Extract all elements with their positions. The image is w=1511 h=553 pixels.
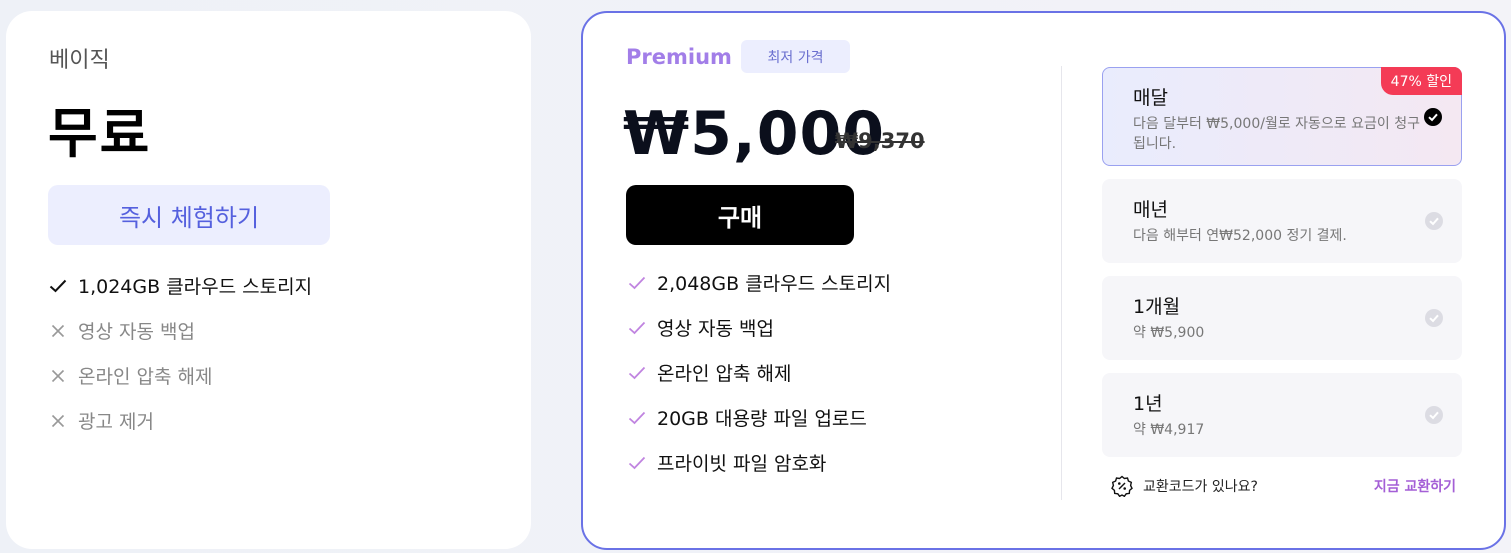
unselected-check-icon <box>1425 406 1443 424</box>
check-icon <box>625 366 649 380</box>
premium-feature-item: 2,048GB 클라우드 스토리지 <box>625 260 891 305</box>
basic-feature-item: 영상 자동 백업 <box>46 308 312 353</box>
unselected-check-icon <box>1425 309 1443 327</box>
check-icon <box>625 276 649 290</box>
coupon-badge-icon <box>1111 475 1133 497</box>
plan-description: 다음 달부터 ₩5,000/월로 자동으로 요금이 청구됩니다. <box>1133 116 1420 152</box>
basic-plan-name: 베이직 <box>49 48 110 73</box>
free-trial-button[interactable]: 즉시 체험하기 <box>48 185 330 245</box>
premium-feature-label: 영상 자동 백업 <box>657 318 774 340</box>
lowest-price-badge: 최저 가격 <box>741 40 850 73</box>
basic-feature-item: 광고 제거 <box>46 398 312 443</box>
basic-plan-card: 베이직 무료 즉시 체험하기 1,024GB 클라우드 스토리지 영상 자동 백… <box>6 11 531 549</box>
check-icon <box>625 456 649 470</box>
basic-feature-item: 1,024GB 클라우드 스토리지 <box>46 263 312 308</box>
selected-check-icon <box>1424 107 1442 126</box>
premium-feature-item: 영상 자동 백업 <box>625 305 891 350</box>
check-icon <box>46 279 70 293</box>
basic-feature-label: 영상 자동 백업 <box>78 321 195 343</box>
basic-feature-label: 광고 제거 <box>78 411 154 433</box>
premium-feature-label: 프라이빗 파일 암호화 <box>657 453 827 475</box>
premium-feature-label: 2,048GB 클라우드 스토리지 <box>657 273 892 295</box>
premium-feature-item: 프라이빗 파일 암호화 <box>625 440 891 485</box>
basic-plan-price: 무료 <box>48 102 152 165</box>
plan-option-monthly[interactable]: 47% 할인 매달 다음 달부터 ₩5,000/월로 자동으로 요금이 청구됩니… <box>1102 67 1462 166</box>
premium-feature-label: 온라인 압축 해제 <box>657 363 792 385</box>
pricing-page: 베이직 무료 즉시 체험하기 1,024GB 클라우드 스토리지 영상 자동 백… <box>0 0 1511 553</box>
cross-icon <box>46 414 70 428</box>
premium-feature-label: 20GB 대용량 파일 업로드 <box>657 408 867 430</box>
premium-feature-item: 온라인 압축 해제 <box>625 350 891 395</box>
premium-feature-item: 20GB 대용량 파일 업로드 <box>625 395 891 440</box>
plan-description: 약 ₩4,917 <box>1133 422 1205 438</box>
buy-button[interactable]: 구매 <box>626 185 854 245</box>
redeem-now-link[interactable]: 지금 교환하기 <box>1374 476 1456 496</box>
premium-feature-list: 2,048GB 클라우드 스토리지 영상 자동 백업 온라인 압축 해제 20G… <box>625 260 891 485</box>
plan-description: 다음 해부터 연₩52,000 정기 결제. <box>1133 228 1347 244</box>
check-icon <box>625 411 649 425</box>
check-icon <box>625 321 649 335</box>
premium-plan-card: Premium 최저 가격 ₩5,000 ₩9,370 구매 2,048GB 클… <box>581 11 1506 550</box>
plan-option-1-month[interactable]: 1개월 약 ₩5,900 <box>1102 276 1462 360</box>
cross-icon <box>46 324 70 338</box>
plan-option-1-year[interactable]: 1년 약 ₩4,917 <box>1102 373 1462 457</box>
plan-title: 1개월 <box>1133 296 1181 318</box>
basic-feature-list: 1,024GB 클라우드 스토리지 영상 자동 백업 온라인 압축 해제 광고 … <box>46 263 312 443</box>
redeem-question: 교환코드가 있나요? <box>1143 479 1258 495</box>
plan-option-yearly[interactable]: 매년 다음 해부터 연₩52,000 정기 결제. <box>1102 179 1462 263</box>
divider <box>1061 66 1062 500</box>
plan-title: 매년 <box>1133 199 1168 221</box>
cross-icon <box>46 369 70 383</box>
basic-feature-label: 온라인 압축 해제 <box>78 366 213 388</box>
premium-plan-name: Premium <box>626 45 732 69</box>
original-price: ₩9,370 <box>835 129 925 153</box>
redeem-code-row: 교환코드가 있나요? 지금 교환하기 <box>1111 471 1456 501</box>
discount-badge: 47% 할인 <box>1380 67 1462 95</box>
unselected-check-icon <box>1425 212 1443 230</box>
billing-plan-list: 47% 할인 매달 다음 달부터 ₩5,000/월로 자동으로 요금이 청구됩니… <box>1102 67 1462 470</box>
basic-feature-item: 온라인 압축 해제 <box>46 353 312 398</box>
basic-feature-label: 1,024GB 클라우드 스토리지 <box>78 276 313 298</box>
plan-description: 약 ₩5,900 <box>1133 325 1205 341</box>
plan-title: 1년 <box>1133 393 1163 415</box>
